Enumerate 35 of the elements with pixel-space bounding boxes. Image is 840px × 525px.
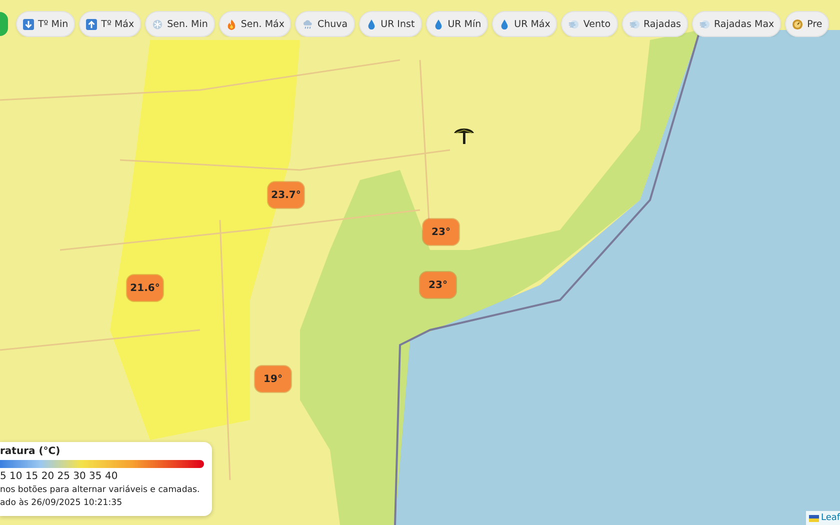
legend-title: ratura (°C) [0, 446, 62, 457]
wind-icon [568, 18, 580, 30]
layer-button[interactable]: UR Mín [426, 11, 488, 37]
scale-labels: 5 10 15 20 25 30 35 40 [0, 471, 119, 482]
arrow-up-icon [86, 18, 98, 30]
arrow-down-icon [23, 18, 34, 30]
layer-button[interactable]: Rajadas [622, 11, 688, 37]
layer-button[interactable]: Tº Min [16, 11, 76, 37]
legend-hint: nos botões para alternar variáveis e camadas. [0, 484, 201, 497]
update-time: ado às 26/09/2025 10:21:35 [0, 497, 124, 510]
flame-icon [226, 18, 237, 30]
layer-button[interactable]: Rajadas Max [692, 11, 782, 37]
gauge-icon [792, 18, 804, 30]
flag-icon [809, 514, 819, 522]
snowflake-icon [152, 18, 164, 30]
layer-button[interactable]: Sen. Min [145, 11, 215, 37]
temperature-marker[interactable]: 19° [255, 366, 291, 392]
layer-button[interactable]: UR Máx [492, 11, 558, 37]
temperature-marker[interactable]: 21.6° [127, 275, 163, 301]
wind-icon [699, 18, 710, 30]
attribution-link[interactable]: Leaf [821, 513, 840, 523]
rain-cloud-icon [302, 18, 314, 30]
temperature-marker[interactable]: 23.7° [268, 182, 304, 208]
water-drop-icon [366, 18, 377, 30]
layer-button[interactable]: Sen. Máx [218, 11, 292, 37]
water-drop-icon [499, 18, 510, 30]
layer-button[interactable]: Vento [561, 11, 618, 37]
wind-icon [628, 18, 640, 30]
layer-button[interactable]: UR Inst [358, 11, 422, 37]
temperature-marker[interactable]: 23° [420, 272, 456, 298]
toggle-button[interactable] [0, 12, 8, 36]
layer-button[interactable]: Tº Máx [79, 11, 142, 37]
temperature-marker[interactable]: 23° [423, 219, 459, 245]
water-drop-icon [432, 18, 444, 30]
layer-button[interactable]: Chuva [295, 11, 355, 37]
